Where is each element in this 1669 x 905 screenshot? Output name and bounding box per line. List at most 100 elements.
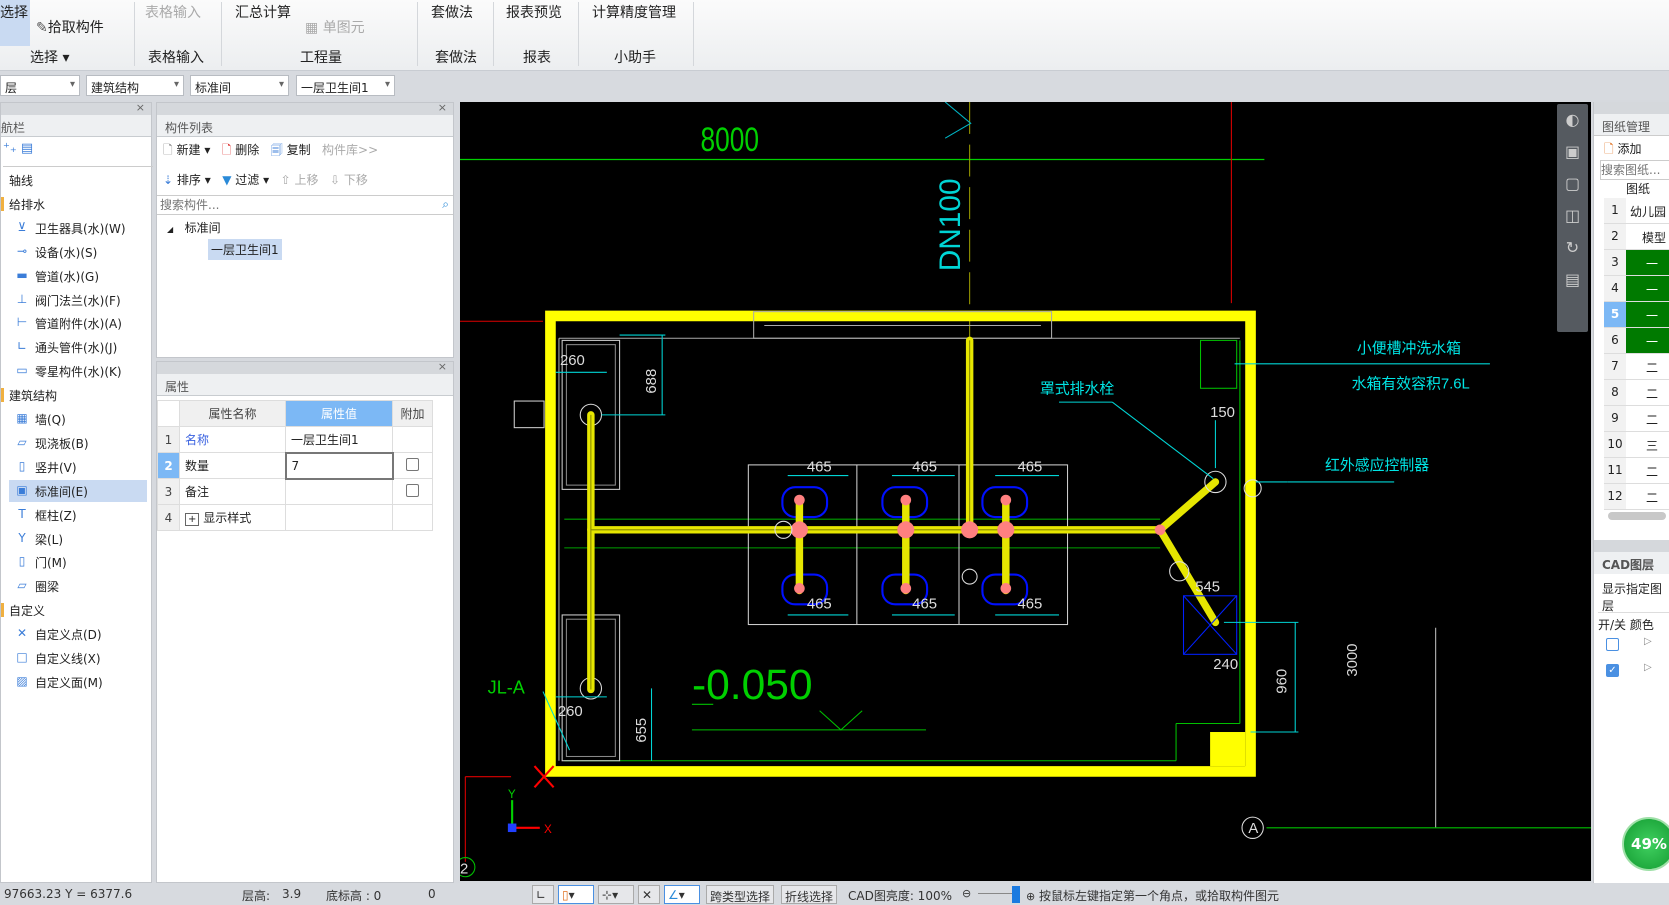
angle-button[interactable]: ∠▾: [664, 885, 700, 904]
nav-item[interactable]: ▱ 现浇板(B): [1, 432, 147, 454]
report-preview-button[interactable]: 报表预览: [506, 2, 562, 22]
drawing-row[interactable]: 12 二: [1604, 484, 1669, 510]
precision-manage-button[interactable]: 计算精度管理: [592, 2, 676, 22]
close-icon[interactable]: ×: [438, 101, 447, 114]
nav-item[interactable]: ∟ 通头管件(水)(J): [1, 336, 147, 358]
rotate-icon[interactable]: ↻: [1557, 232, 1588, 264]
ortho-button[interactable]: ∟: [532, 885, 554, 904]
drawing-row[interactable]: 8二: [1604, 380, 1669, 406]
nav-item[interactable]: □ 自定义线(X): [1, 647, 147, 669]
tree-node-selected[interactable]: 一层卫生间1: [208, 239, 282, 260]
search-icon[interactable]: ⌕: [442, 197, 449, 212]
nav-item[interactable]: ▱ 圈梁: [1, 575, 147, 597]
nav-item[interactable]: ▨ 自定义面(M): [1, 671, 147, 693]
expand-icon[interactable]: +: [185, 513, 200, 526]
nav-item[interactable]: ▭ 零星构件(水)(K): [1, 360, 147, 382]
nav-group[interactable]: 建筑结构: [1, 384, 147, 406]
move-down-button[interactable]: ⇩ 下移: [330, 173, 368, 187]
coordinate-readout: 97663.23 Y = 6377.6: [4, 887, 133, 901]
snap-button[interactable]: ▯▾: [558, 885, 594, 904]
top-view-icon[interactable]: ▢: [1557, 168, 1588, 200]
nav-item[interactable]: ⊸ 设备(水)(S): [1, 241, 147, 263]
layer-color-icon[interactable]: ▷: [1644, 662, 1652, 673]
layer-toggle-checkbox-checked[interactable]: ✓: [1606, 664, 1619, 677]
cross-button[interactable]: ✕: [638, 885, 660, 904]
close-icon[interactable]: ×: [438, 360, 447, 373]
nav-item[interactable]: ▣ 标准间(E): [9, 479, 147, 502]
edit-icon[interactable]: ▤: [21, 141, 33, 156]
type-select[interactable]: 标准间: [190, 75, 289, 96]
pick-component-button[interactable]: ✎拾取构件: [36, 17, 104, 37]
library-button[interactable]: 构件库>>: [322, 143, 378, 157]
drawing-row[interactable]: 4一: [1604, 276, 1669, 302]
nav-item[interactable]: T 框柱(Z): [1, 504, 147, 526]
nav-group[interactable]: 自定义: [1, 599, 147, 621]
orbit-icon[interactable]: ◐: [1557, 104, 1588, 136]
minus-icon[interactable]: ⊖: [962, 887, 971, 900]
horizontal-scrollbar[interactable]: [1608, 512, 1666, 520]
select-button[interactable]: 选择: [0, 0, 30, 46]
drawing-row[interactable]: 1 幼儿园: [1604, 198, 1669, 224]
nav-item[interactable]: ✕ 自定义点(D): [1, 623, 147, 645]
layer-color-icon[interactable]: ▷: [1644, 636, 1652, 647]
drawing-row[interactable]: 5一: [1604, 302, 1669, 328]
drawing-row[interactable]: 2 模型: [1604, 224, 1669, 250]
summary-calc-button[interactable]: 汇总计算: [235, 2, 291, 22]
nav-item[interactable]: ▦ 墙(Q): [1, 408, 147, 430]
drawing-row[interactable]: 3一: [1604, 250, 1669, 276]
nav-group[interactable]: 给排水: [1, 193, 147, 215]
nav-item[interactable]: Y 梁(L): [1, 528, 147, 550]
new-button[interactable]: 🗋 新建 ▾: [163, 143, 210, 157]
slider-handle[interactable]: [1012, 886, 1020, 903]
drawing-row[interactable]: 7二: [1604, 354, 1669, 380]
progress-badge[interactable]: 49%: [1622, 817, 1669, 871]
component-select[interactable]: 一层卫生间1: [296, 75, 395, 96]
close-icon[interactable]: ×: [136, 101, 145, 114]
table-input-button[interactable]: 表格输入: [145, 2, 201, 22]
prop-value[interactable]: 一层卫生间1: [285, 426, 393, 453]
nav-group[interactable]: 轴线: [1, 169, 147, 191]
3d-view-icon[interactable]: ▣: [1557, 136, 1588, 168]
floor-select[interactable]: 层: [0, 75, 80, 96]
prop-value[interactable]: [285, 478, 393, 505]
copy-button[interactable]: 🗐 复制: [271, 143, 311, 157]
sort-button[interactable]: ⇣ 排序 ▾: [163, 173, 211, 187]
single-element-button[interactable]: ▦ 单图元: [305, 17, 365, 37]
delete-button[interactable]: 🗋 删除: [222, 143, 260, 157]
nav-item[interactable]: ⊻ 卫生器具(水)(W): [1, 217, 147, 239]
move-up-button[interactable]: ⇧ 上移: [281, 173, 319, 187]
extra-checkbox[interactable]: [406, 457, 420, 471]
nav-item[interactable]: ▬ 管道(水)(G): [1, 265, 147, 287]
drawing-search-input[interactable]: [1600, 160, 1669, 180]
cad-canvas[interactable]: 8000 DN100 小便槽冲洗水箱 水箱有效容积7.6L 罩式排水栓 红外感应…: [455, 101, 1591, 881]
nav-item[interactable]: ⊢ 管道附件(水)(A): [1, 312, 147, 334]
apply-method-button[interactable]: 套做法: [431, 2, 473, 22]
equipment-icon: ⊸: [16, 243, 28, 258]
drawing-row[interactable]: 6一: [1604, 328, 1669, 354]
major-select[interactable]: 建筑结构: [86, 75, 184, 96]
plus-icon[interactable]: ⊕: [1026, 890, 1035, 903]
cube-icon[interactable]: ◫: [1557, 200, 1588, 232]
select-group-label[interactable]: 选择 ▾: [30, 47, 69, 67]
extra-checkbox[interactable]: [406, 483, 419, 497]
layer-toggle-checkbox[interactable]: [1606, 638, 1619, 651]
add-icon[interactable]: ⁺₊: [3, 141, 17, 156]
component-search-input[interactable]: [157, 196, 427, 214]
drawing-row[interactable]: 10 三: [1604, 432, 1669, 458]
filter-button[interactable]: ▼ 过滤 ▾: [222, 173, 269, 187]
grid-snap-button[interactable]: ⊹▾: [598, 885, 634, 904]
drawing-row[interactable]: 11 二: [1604, 458, 1669, 484]
polyline-select-button[interactable]: 折线选择: [781, 885, 838, 904]
cad-drawing[interactable]: 8000 DN100 小便槽冲洗水箱 水箱有效容积7.6L 罩式排水栓 红外感应…: [455, 101, 1591, 881]
add-drawing-button[interactable]: 🗋 添加: [1594, 136, 1669, 160]
nav-item[interactable]: ⊥ 阀门法兰(水)(F): [1, 289, 147, 311]
tree-node-parent[interactable]: ◢ 标准间: [167, 219, 221, 236]
layout-icon[interactable]: ▤: [1557, 264, 1588, 296]
drawing-row[interactable]: 9二: [1604, 406, 1669, 432]
quantity-input[interactable]: 7: [284, 451, 394, 480]
brightness-slider[interactable]: ⊖: [962, 886, 1020, 903]
nav-item[interactable]: ▯ 门(M): [1, 551, 147, 573]
show-layer-option[interactable]: 显示指定图层: [1602, 580, 1669, 614]
nav-item[interactable]: ▯ 竖井(V): [1, 456, 147, 478]
cross-type-select-button[interactable]: 跨类型选择: [706, 885, 775, 904]
